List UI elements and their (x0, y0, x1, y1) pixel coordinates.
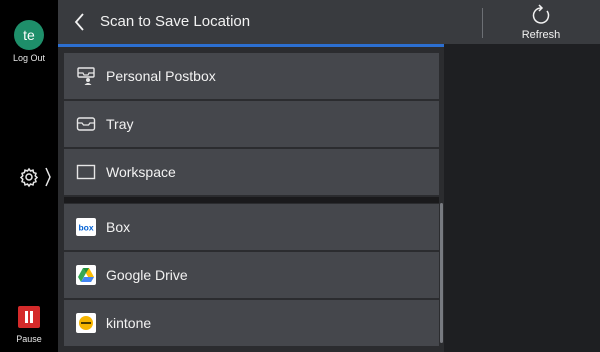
pause-icon-bar-left (25, 311, 28, 323)
pause-icon-bar-right (30, 311, 33, 323)
refresh-button[interactable]: Refresh (514, 4, 568, 44)
header-bar: Scan to Save Location Refresh (58, 0, 600, 44)
list-item-kintone[interactable]: kintone (64, 300, 439, 347)
postbox-icon (77, 67, 95, 85)
left-rail: te Log Out Pause (0, 0, 58, 352)
back-button[interactable] (72, 11, 88, 33)
workspace-icon (76, 164, 96, 180)
list-scrollbar[interactable] (440, 203, 443, 343)
list-item-label: Personal Postbox (106, 68, 216, 84)
list-item-personal-postbox[interactable]: Personal Postbox (64, 53, 439, 100)
refresh-icon (532, 4, 550, 24)
list-item-label: Google Drive (106, 267, 188, 283)
list-item-google-drive[interactable]: Google Drive (64, 252, 439, 299)
pause-label: Pause (16, 334, 42, 344)
kintone-icon (76, 313, 96, 333)
chevron-right-icon (45, 167, 51, 187)
page-title: Scan to Save Location (100, 13, 251, 30)
list-item-label: Tray (106, 116, 134, 132)
refresh-label: Refresh (521, 29, 561, 41)
svg-text:box: box (78, 223, 93, 233)
save-location-list: Personal Postbox Tray Workspace box Box (58, 47, 444, 352)
tray-icon (76, 117, 96, 131)
box-logo-icon: box (76, 218, 96, 236)
group-separator (64, 197, 439, 203)
list-item-workspace[interactable]: Workspace (64, 149, 439, 196)
chevron-left-icon (74, 13, 84, 31)
header-divider (482, 8, 483, 38)
list-item-tray[interactable]: Tray (64, 101, 439, 148)
list-item-box[interactable]: box Box (64, 204, 439, 251)
detail-pane (444, 44, 600, 352)
list-item-label: kintone (106, 315, 152, 331)
logout-label[interactable]: Log Out (0, 53, 58, 63)
user-avatar[interactable]: te (14, 20, 44, 50)
list-item-label: Box (106, 219, 131, 235)
app-root: te Log Out Pause Scan to Save Location R… (0, 0, 600, 352)
list-item-label: Workspace (106, 164, 176, 180)
google-drive-icon (76, 265, 96, 285)
settings-expand-button[interactable] (18, 163, 56, 191)
pause-button[interactable] (18, 306, 40, 328)
gear-icon (19, 167, 51, 188)
